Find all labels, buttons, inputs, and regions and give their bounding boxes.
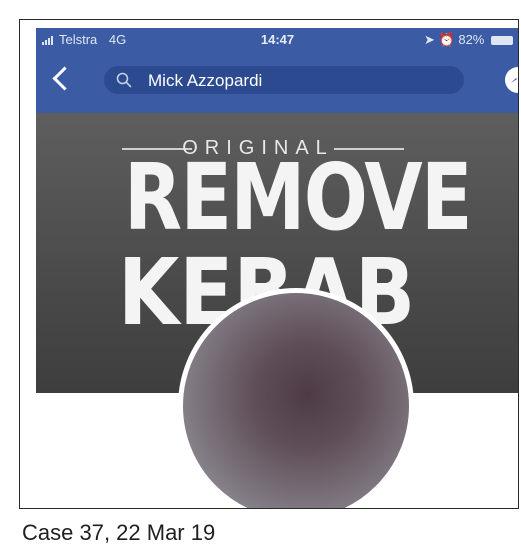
- back-icon[interactable]: [52, 66, 77, 91]
- profile-picture[interactable]: [178, 288, 414, 508]
- location-icon: ➤: [424, 32, 435, 47]
- screenshot-frame: Telstra 4G 14:47 ➤ ⏰ 82% Mick Azzopardi: [19, 19, 519, 509]
- search-icon: [116, 72, 132, 88]
- figure-caption: Case 37, 22 Mar 19: [22, 520, 216, 545]
- battery-percent: 82%: [458, 32, 485, 47]
- messenger-icon[interactable]: [505, 67, 518, 93]
- search-field[interactable]: Mick Azzopardi: [104, 66, 464, 94]
- battery-icon: [491, 36, 513, 46]
- status-bar: Telstra 4G 14:47 ➤ ⏰ 82%: [36, 28, 518, 50]
- app-header: Telstra 4G 14:47 ➤ ⏰ 82% Mick Azzopardi: [36, 28, 518, 113]
- cover-title-line1: REMOVE: [124, 144, 473, 251]
- alarm-icon: ⏰: [438, 32, 455, 47]
- status-right: ➤ ⏰ 82%: [424, 32, 513, 48]
- search-query: Mick Azzopardi: [148, 71, 263, 90]
- facebook-profile-screen: Telstra 4G 14:47 ➤ ⏰ 82% Mick Azzopardi: [36, 28, 518, 508]
